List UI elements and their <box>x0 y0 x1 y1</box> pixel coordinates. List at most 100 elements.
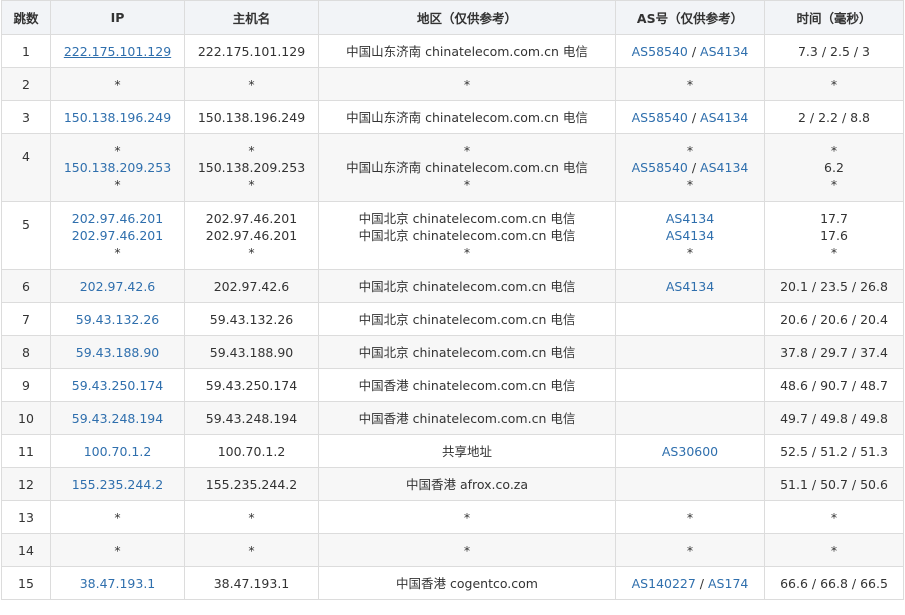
ip-link: * <box>114 245 121 260</box>
region-text: 中国香港 chinatelecom.com.cn 电信 <box>358 377 576 393</box>
as-link[interactable]: AS4134 <box>700 44 748 59</box>
region-cell: 中国北京 chinatelecom.com.cn 电信 中国北京 chinatel… <box>318 201 616 270</box>
ip-link[interactable]: 202.97.46.201 <box>51 227 184 244</box>
time-cell: 7.3 / 2.5 / 3 <box>764 34 904 68</box>
as-link[interactable]: AS4134 <box>700 110 748 125</box>
as-separator: / <box>687 43 701 59</box>
time-text: 6.2 <box>824 160 844 175</box>
ip-link[interactable]: 150.138.209.253 <box>51 159 184 176</box>
hop-cell: 8 <box>1 335 51 369</box>
as-link[interactable]: AS174 <box>708 576 748 591</box>
ip-cell: 59.43.250.174 <box>50 368 185 402</box>
ip-link[interactable]: 100.70.1.2 <box>51 443 184 460</box>
ip-cell: 202.97.42.6 <box>50 269 185 303</box>
hostname-text: 59.43.188.90 <box>209 344 294 360</box>
region-cell: 中国香港 chinatelecom.com.cn 电信 <box>318 401 616 435</box>
as-line <box>616 476 764 493</box>
as-link[interactable]: AS4134 <box>700 160 748 175</box>
as-link[interactable]: AS58540 <box>632 44 688 59</box>
as-line: AS4134 <box>616 227 764 244</box>
hostname-cell: 202.97.42.6 <box>184 269 319 303</box>
as-link[interactable]: AS30600 <box>662 444 718 459</box>
as-cell: AS4134 <box>615 269 765 303</box>
hostname-text: 100.70.1.2 <box>217 443 286 459</box>
as-link[interactable]: AS58540 <box>632 110 688 125</box>
region-text: 中国香港 afrox.co.za <box>405 476 529 492</box>
time-text: 48.6 / 90.7 / 48.7 <box>780 377 888 393</box>
as-line: AS140227 / AS174 <box>616 575 764 592</box>
ip-link[interactable]: 150.138.196.249 <box>51 109 184 126</box>
ip-link[interactable]: 202.97.42.6 <box>51 278 184 295</box>
table-row: 8 59.43.188.90 59.43.188.90 中国北京 chinatelec… <box>1 335 904 369</box>
region-text: 中国山东济南 chinatelecom.com.cn 电信 <box>346 109 588 125</box>
ip-cell: 59.43.132.26 <box>50 302 185 336</box>
region-text: * <box>463 542 471 558</box>
hostname-cell: 150.138.196.249 <box>184 100 319 134</box>
region-text: 中国山东济南 chinatelecom.com.cn 电信 <box>346 43 588 59</box>
ip-link[interactable]: 155.235.244.2 <box>51 476 184 493</box>
hostname-cell: * <box>184 500 319 534</box>
as-line <box>616 410 764 427</box>
region-cell: 中国山东济南 chinatelecom.com.cn 电信 <box>318 34 616 68</box>
as-link[interactable]: AS140227 <box>632 576 696 591</box>
ip-link[interactable]: 38.47.193.1 <box>51 575 184 592</box>
time-cell: * <box>764 533 904 567</box>
ip-link: * <box>114 143 121 158</box>
ip-cell: 59.43.188.90 <box>50 335 185 369</box>
table-row: 12 155.235.244.2 155.235.244.2 中国香港 afrox.c… <box>1 467 904 501</box>
hop-cell: 14 <box>1 533 51 567</box>
ip-cell: 100.70.1.2 <box>50 434 185 468</box>
region-cell: 中国北京 chinatelecom.com.cn 电信 <box>318 269 616 303</box>
as-link[interactable]: AS4134 <box>666 211 714 226</box>
ip-link: * <box>114 542 121 558</box>
as-line: * <box>616 509 764 526</box>
as-line: AS4134 <box>616 278 764 295</box>
time-cell: 66.6 / 66.8 / 66.5 <box>764 566 904 600</box>
hostname-cell: * <box>184 533 319 567</box>
ip-link[interactable]: 59.43.248.194 <box>51 410 184 427</box>
hop-cell: 1 <box>1 34 51 68</box>
hostname-cell: 202.97.46.201 202.97.46.201 * <box>184 201 319 270</box>
header-region[interactable]: 地区（仅供参考） <box>318 0 616 35</box>
as-link[interactable]: AS58540 <box>632 160 688 175</box>
time-text: * <box>830 245 838 260</box>
ip-link: * <box>114 76 121 92</box>
region-cell: 中国北京 chinatelecom.com.cn 电信 <box>318 302 616 336</box>
ip-cell: 59.43.248.194 <box>50 401 185 435</box>
region-cell: * <box>318 67 616 101</box>
time-text: * <box>830 542 838 558</box>
as-cell: AS140227 / AS174 <box>615 566 765 600</box>
header-as[interactable]: AS号（仅供参考） <box>615 0 765 35</box>
hostname-cell: 59.43.250.174 <box>184 368 319 402</box>
ip-link[interactable]: 59.43.188.90 <box>51 344 184 361</box>
as-line: AS4134 <box>616 210 764 227</box>
as-cell: AS4134 AS4134 * <box>615 201 765 270</box>
ip-link[interactable]: 59.43.132.26 <box>51 311 184 328</box>
hostname-text: * <box>248 509 255 525</box>
region-cell: 中国北京 chinatelecom.com.cn 电信 <box>318 335 616 369</box>
as-link[interactable]: AS4134 <box>666 279 714 294</box>
hostname-text: 59.43.248.194 <box>205 410 298 426</box>
table-row: 4 * 150.138.209.253 * * 150.138.209.253 * * 中国山东… <box>1 133 904 202</box>
header-hostname[interactable]: 主机名 <box>184 0 319 35</box>
ip-link[interactable]: 59.43.250.174 <box>51 377 184 394</box>
time-cell: * <box>764 500 904 534</box>
region-text: 中国北京 chinatelecom.com.cn 电信 <box>358 228 576 243</box>
header-hop[interactable]: 跳数 <box>1 0 51 35</box>
ip-link[interactable]: 222.175.101.129 <box>51 43 184 60</box>
hop-cell: 6 <box>1 269 51 303</box>
region-cell: 共享地址 <box>318 434 616 468</box>
as-link[interactable]: AS4134 <box>666 228 714 243</box>
header-time[interactable]: 时间（毫秒） <box>764 0 904 35</box>
ip-link[interactable]: 202.97.46.201 <box>51 210 184 227</box>
region-text: 中国山东济南 chinatelecom.com.cn 电信 <box>346 160 588 175</box>
hop-cell: 13 <box>1 500 51 534</box>
header-ip[interactable]: IP <box>50 0 185 35</box>
table-row: 3 150.138.196.249 150.138.196.249 中国山东济南 ch… <box>1 100 904 134</box>
region-cell: * <box>318 533 616 567</box>
region-cell: 中国香港 cogentco.com <box>318 566 616 600</box>
as-cell: AS58540 / AS4134 <box>615 100 765 134</box>
time-text: 20.1 / 23.5 / 26.8 <box>780 278 888 294</box>
hop-cell: 2 <box>1 67 51 101</box>
ip-cell: 38.47.193.1 <box>50 566 185 600</box>
